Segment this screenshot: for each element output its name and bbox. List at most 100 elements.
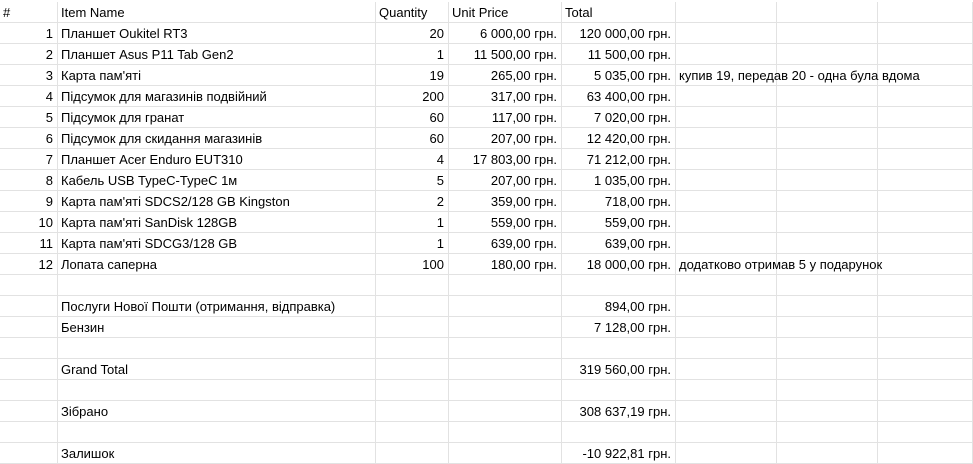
unit-price-cell[interactable]: 317,00 грн. — [449, 86, 562, 107]
item-name-cell[interactable]: Планшет Oukitel RT3 — [58, 23, 376, 44]
item-name-cell[interactable]: Планшет Asus P11 Tab Gen2 — [58, 44, 376, 65]
header-cell-unit-price[interactable]: Unit Price — [449, 2, 562, 23]
note-cell[interactable] — [676, 107, 777, 128]
summary-total-cell[interactable]: -10 922,81 грн. — [562, 443, 676, 464]
summary-total-cell[interactable] — [562, 338, 676, 359]
empty-cell[interactable] — [449, 317, 562, 338]
total-cell[interactable]: 12 420,00 грн. — [562, 128, 676, 149]
empty-cell[interactable] — [676, 296, 777, 317]
quantity-cell[interactable]: 20 — [376, 23, 449, 44]
empty-cell[interactable] — [777, 2, 878, 23]
empty-cell[interactable] — [878, 359, 973, 380]
summary-label-cell[interactable]: Бензин — [58, 317, 376, 338]
quantity-cell[interactable]: 60 — [376, 107, 449, 128]
empty-cell[interactable] — [0, 317, 58, 338]
empty-cell[interactable] — [0, 401, 58, 422]
empty-cell[interactable] — [878, 128, 973, 149]
empty-cell[interactable] — [449, 359, 562, 380]
empty-cell[interactable] — [0, 296, 58, 317]
row-number-cell[interactable]: 8 — [0, 170, 58, 191]
note-cell[interactable] — [676, 149, 777, 170]
note-cell[interactable]: додатково отримав 5 у подарунок — [676, 254, 882, 275]
item-name-cell[interactable]: Планшет Acer Enduro EUT310 — [58, 149, 376, 170]
empty-cell[interactable] — [777, 128, 878, 149]
empty-cell[interactable] — [777, 338, 878, 359]
empty-cell[interactable] — [878, 275, 973, 296]
note-cell[interactable] — [676, 23, 777, 44]
unit-price-cell[interactable]: 17 803,00 грн. — [449, 149, 562, 170]
row-number-cell[interactable]: 10 — [0, 212, 58, 233]
quantity-cell[interactable]: 100 — [376, 254, 449, 275]
row-number-cell[interactable]: 11 — [0, 233, 58, 254]
quantity-cell[interactable]: 19 — [376, 65, 449, 86]
empty-cell[interactable] — [0, 422, 58, 443]
empty-cell[interactable] — [449, 296, 562, 317]
empty-cell[interactable] — [676, 380, 777, 401]
empty-cell[interactable] — [878, 191, 973, 212]
empty-cell[interactable] — [376, 317, 449, 338]
empty-cell[interactable] — [376, 359, 449, 380]
empty-cell[interactable] — [376, 443, 449, 464]
empty-cell[interactable] — [777, 23, 878, 44]
empty-cell[interactable] — [777, 275, 878, 296]
empty-cell[interactable] — [777, 44, 878, 65]
empty-cell[interactable] — [676, 275, 777, 296]
quantity-cell[interactable]: 1 — [376, 233, 449, 254]
total-cell[interactable]: 120 000,00 грн. — [562, 23, 676, 44]
empty-cell[interactable] — [878, 86, 973, 107]
empty-cell[interactable] — [449, 338, 562, 359]
empty-cell[interactable] — [676, 401, 777, 422]
empty-cell[interactable] — [449, 380, 562, 401]
row-number-cell[interactable]: 3 — [0, 65, 58, 86]
note-cell[interactable] — [676, 170, 777, 191]
empty-cell[interactable] — [449, 422, 562, 443]
empty-cell[interactable] — [878, 296, 973, 317]
unit-price-cell[interactable]: 6 000,00 грн. — [449, 23, 562, 44]
header-cell-total[interactable]: Total — [562, 2, 676, 23]
empty-cell[interactable] — [0, 338, 58, 359]
empty-cell[interactable] — [777, 107, 878, 128]
summary-label-cell[interactable]: Залишок — [58, 443, 376, 464]
note-cell[interactable]: купив 19, передав 20 - одна була вдома — [676, 65, 920, 86]
item-name-cell[interactable]: Підсумок для скидання магазинів — [58, 128, 376, 149]
unit-price-cell[interactable]: 359,00 грн. — [449, 191, 562, 212]
row-number-cell[interactable]: 9 — [0, 191, 58, 212]
empty-cell[interactable] — [676, 317, 777, 338]
item-name-cell[interactable]: Лопата саперна — [58, 254, 376, 275]
empty-cell[interactable] — [376, 401, 449, 422]
total-cell[interactable]: 63 400,00 грн. — [562, 86, 676, 107]
empty-cell[interactable] — [376, 338, 449, 359]
empty-cell[interactable] — [0, 380, 58, 401]
empty-cell[interactable] — [878, 254, 973, 275]
empty-cell[interactable] — [878, 380, 973, 401]
empty-cell[interactable] — [777, 359, 878, 380]
summary-total-cell[interactable]: 319 560,00 грн. — [562, 359, 676, 380]
empty-cell[interactable] — [878, 149, 973, 170]
empty-cell[interactable] — [777, 212, 878, 233]
empty-cell[interactable] — [676, 359, 777, 380]
summary-label-cell[interactable]: Grand Total — [58, 359, 376, 380]
note-cell[interactable] — [676, 44, 777, 65]
unit-price-cell[interactable]: 639,00 грн. — [449, 233, 562, 254]
item-name-cell[interactable]: Карта пам'яті SDCG3/128 GB — [58, 233, 376, 254]
quantity-cell[interactable]: 5 — [376, 170, 449, 191]
empty-cell[interactable] — [878, 44, 973, 65]
summary-total-cell[interactable]: 894,00 грн. — [562, 296, 676, 317]
summary-label-cell[interactable] — [58, 422, 376, 443]
unit-price-cell[interactable]: 11 500,00 грн. — [449, 44, 562, 65]
row-number-cell[interactable]: 7 — [0, 149, 58, 170]
note-cell[interactable] — [676, 191, 777, 212]
unit-price-cell[interactable]: 207,00 грн. — [449, 170, 562, 191]
row-number-cell[interactable]: 6 — [0, 128, 58, 149]
total-cell[interactable]: 18 000,00 грн. — [562, 254, 676, 275]
empty-cell[interactable] — [777, 233, 878, 254]
total-cell[interactable]: 559,00 грн. — [562, 212, 676, 233]
summary-total-cell[interactable]: 308 637,19 грн. — [562, 401, 676, 422]
total-cell[interactable]: 639,00 грн. — [562, 233, 676, 254]
empty-cell[interactable] — [878, 212, 973, 233]
empty-cell[interactable] — [878, 338, 973, 359]
empty-cell[interactable] — [878, 107, 973, 128]
empty-cell[interactable] — [376, 380, 449, 401]
quantity-cell[interactable]: 60 — [376, 128, 449, 149]
row-number-cell[interactable]: 2 — [0, 44, 58, 65]
